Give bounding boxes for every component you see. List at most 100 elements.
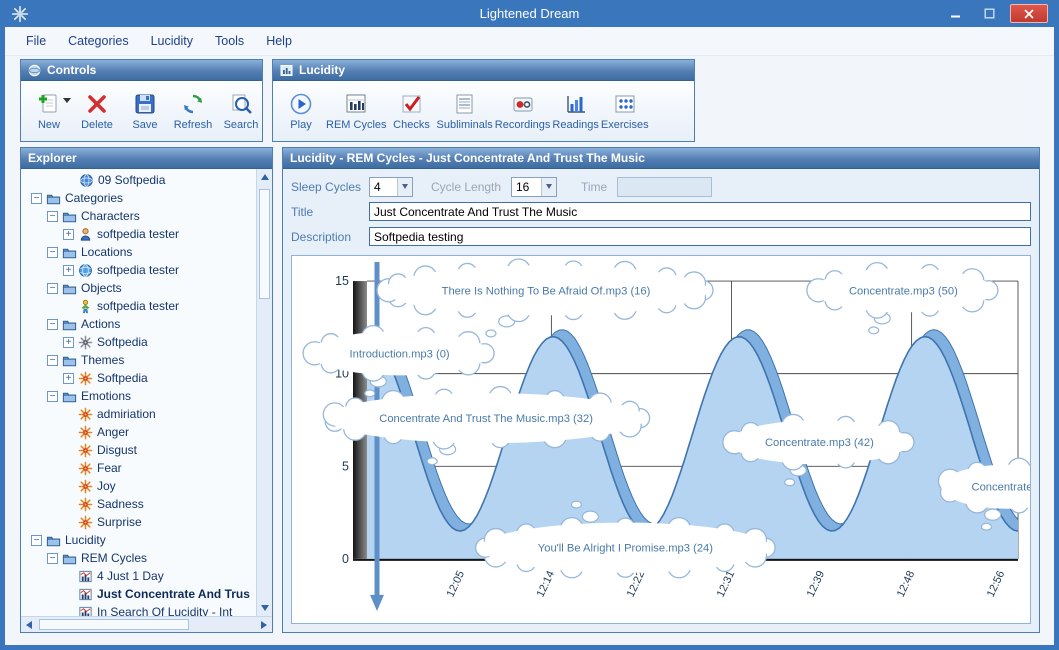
vertical-scroll-thumb[interactable]	[259, 189, 270, 299]
maximize-button[interactable]	[976, 5, 1002, 23]
toolbar-button-delete[interactable]: Delete	[74, 85, 120, 137]
lucidity-toolbar: Play REM Cycles Checks Subliminals Recording…	[273, 81, 694, 141]
recording-icon	[511, 92, 535, 116]
scroll-down-arrow-icon[interactable]	[257, 600, 272, 616]
tree-item-fear[interactable]: Fear	[21, 459, 256, 477]
tree-item-in-search-of-lucidity-int[interactable]: In Search Of Lucidity - Int	[21, 603, 256, 616]
menu-item-help[interactable]: Help	[255, 30, 303, 52]
tree-item-surprise[interactable]: Surprise	[21, 513, 256, 531]
chart-annotation-cloud[interactable]: Concentrate.mp3 (50)	[806, 261, 999, 335]
toolbar-button-new[interactable]: New	[26, 85, 72, 137]
horizontal-scroll-thumb[interactable]	[39, 619, 189, 630]
time-field[interactable]	[617, 176, 712, 197]
expand-toggle-icon[interactable]: +	[63, 264, 74, 276]
close-button[interactable]	[1010, 4, 1048, 23]
tree-item-4-just-1-day[interactable]: 4 Just 1 Day	[21, 567, 256, 585]
exercises-grid-icon	[613, 92, 637, 116]
collapse-toggle-icon[interactable]: −	[47, 354, 58, 366]
expand-toggle-icon[interactable]: +	[63, 372, 74, 384]
collapse-toggle-icon[interactable]: −	[47, 282, 58, 294]
chart-annotation-cloud[interactable]: There Is Nothing To Be Afraid Of.mp3 (16…	[376, 258, 714, 338]
tree-item-disgust[interactable]: Disgust	[21, 441, 256, 459]
explorer-vertical-scrollbar[interactable]	[256, 169, 272, 616]
collapse-toggle-icon[interactable]: −	[47, 552, 58, 564]
menu-bar: File Categories Lucidity Tools Help	[5, 27, 1054, 56]
explorer-panel-header: Explorer	[21, 148, 272, 169]
title-field[interactable]	[369, 202, 1031, 221]
explorer-tree: 09 Softpedia − Categories − Characters + softp…	[21, 169, 256, 616]
toolbar-button-search[interactable]: Search	[218, 85, 262, 137]
tree-item-softpedia-tester[interactable]: + softpedia tester	[21, 225, 256, 243]
burst-icon	[78, 461, 93, 476]
controls-panel-title: Controls	[47, 63, 97, 77]
svg-text:Introduction.mp3 (0): Introduction.mp3 (0)	[350, 348, 450, 360]
tree-item-anger[interactable]: Anger	[21, 423, 256, 441]
toolbar-button-checks[interactable]: Checks	[389, 85, 435, 137]
collapse-toggle-icon[interactable]: −	[31, 192, 42, 204]
description-field[interactable]	[369, 227, 1031, 246]
lucidity-panel-title: Lucidity	[299, 63, 346, 77]
svg-text:Concentrate And Trust The Musi: Concentrate And Trust The Music.mp3 (32)	[379, 413, 593, 425]
scroll-left-arrow-icon[interactable]	[21, 617, 37, 632]
tree-item-rem-cycles[interactable]: − REM Cycles	[21, 549, 256, 567]
cycle-length-select[interactable]: 16	[511, 176, 557, 197]
collapse-toggle-icon[interactable]: −	[31, 534, 42, 546]
scroll-right-arrow-icon[interactable]	[256, 617, 272, 632]
tree-item-locations[interactable]: − Locations	[21, 243, 256, 261]
toolbar-button-save[interactable]: Save	[122, 85, 168, 137]
toolbar-button-exercises[interactable]: Exercises	[601, 85, 649, 137]
toolbar-button-subliminals[interactable]: Subliminals	[437, 85, 493, 137]
tree-item-characters[interactable]: − Characters	[21, 207, 256, 225]
explorer-tree-area: 09 Softpedia − Categories − Characters + softp…	[21, 169, 272, 632]
tree-item-emotions[interactable]: − Emotions	[21, 387, 256, 405]
collapse-toggle-icon[interactable]: −	[47, 246, 58, 258]
rem-cycle-chart: 0 5 10 15 12:05 12:14 12:22 12:31 12:39 12:48 12:5…	[291, 255, 1031, 624]
collapse-toggle-icon[interactable]: −	[47, 210, 58, 222]
menu-item-tools[interactable]: Tools	[204, 30, 255, 52]
tree-item-just-concentrate-and-trus[interactable]: Just Concentrate And Trus	[21, 585, 256, 603]
tree-item-09-softpedia[interactable]: 09 Softpedia	[21, 171, 256, 189]
menu-item-categories[interactable]: Categories	[57, 30, 139, 52]
tree-item-themes[interactable]: − Themes	[21, 351, 256, 369]
refresh-arrows-icon	[181, 92, 205, 116]
tree-item-objects[interactable]: − Objects	[21, 279, 256, 297]
folder-icon	[62, 281, 77, 296]
expand-toggle-icon[interactable]: +	[63, 336, 74, 348]
client-area: Controls New Delete Save Refresh Search Luci…	[5, 56, 1054, 645]
menu-item-lucidity[interactable]: Lucidity	[140, 30, 204, 52]
toolbar-button-readings[interactable]: Readings	[552, 85, 599, 137]
tree-item-categories[interactable]: − Categories	[21, 189, 256, 207]
toolbar-button-play[interactable]: Play	[278, 85, 324, 137]
person-icon	[78, 227, 93, 242]
subliminal-list-icon	[453, 92, 477, 116]
explorer-horizontal-scrollbar[interactable]	[21, 616, 272, 632]
sphere-icon	[28, 64, 41, 77]
rem-cycle-chart-svg: 05101512:05 12:14 12:22 12:31 12:39 12:48 12:5…	[302, 258, 1030, 611]
chart-icon	[280, 64, 293, 77]
tree-item-softpedia[interactable]: + Softpedia	[21, 333, 256, 351]
minimize-button[interactable]	[942, 5, 968, 23]
collapse-toggle-icon[interactable]: −	[47, 390, 58, 402]
menu-item-file[interactable]: File	[15, 30, 57, 52]
tree-item-admiriation[interactable]: admiriation	[21, 405, 256, 423]
tree-item-lucidity[interactable]: − Lucidity	[21, 531, 256, 549]
app-icon	[11, 5, 29, 23]
tree-item-softpedia-tester[interactable]: softpedia tester	[21, 297, 256, 315]
chevron-down-icon[interactable]	[541, 177, 556, 196]
play-icon	[289, 92, 313, 116]
toolbar-button-rem-cycles[interactable]: REM Cycles	[326, 85, 387, 137]
tree-item-sadness[interactable]: Sadness	[21, 495, 256, 513]
scroll-up-arrow-icon[interactable]	[257, 169, 272, 185]
chevron-down-icon[interactable]	[397, 177, 412, 196]
toolbar-button-refresh[interactable]: Refresh	[170, 85, 216, 137]
expand-toggle-icon[interactable]: +	[63, 228, 74, 240]
tree-item-actions[interactable]: − Actions	[21, 315, 256, 333]
new-dropdown-arrow-icon[interactable]	[63, 98, 71, 103]
tree-item-softpedia[interactable]: + Softpedia	[21, 369, 256, 387]
toolbar-button-recordings[interactable]: Recordings	[495, 85, 550, 137]
rem-cycle-editor-body: Sleep Cycles 4 Cycle Length 16 Time Titl…	[283, 169, 1039, 632]
collapse-toggle-icon[interactable]: −	[47, 318, 58, 330]
tree-item-softpedia-tester[interactable]: + softpedia tester	[21, 261, 256, 279]
sleep-cycles-select[interactable]: 4	[369, 176, 413, 197]
tree-item-joy[interactable]: Joy	[21, 477, 256, 495]
